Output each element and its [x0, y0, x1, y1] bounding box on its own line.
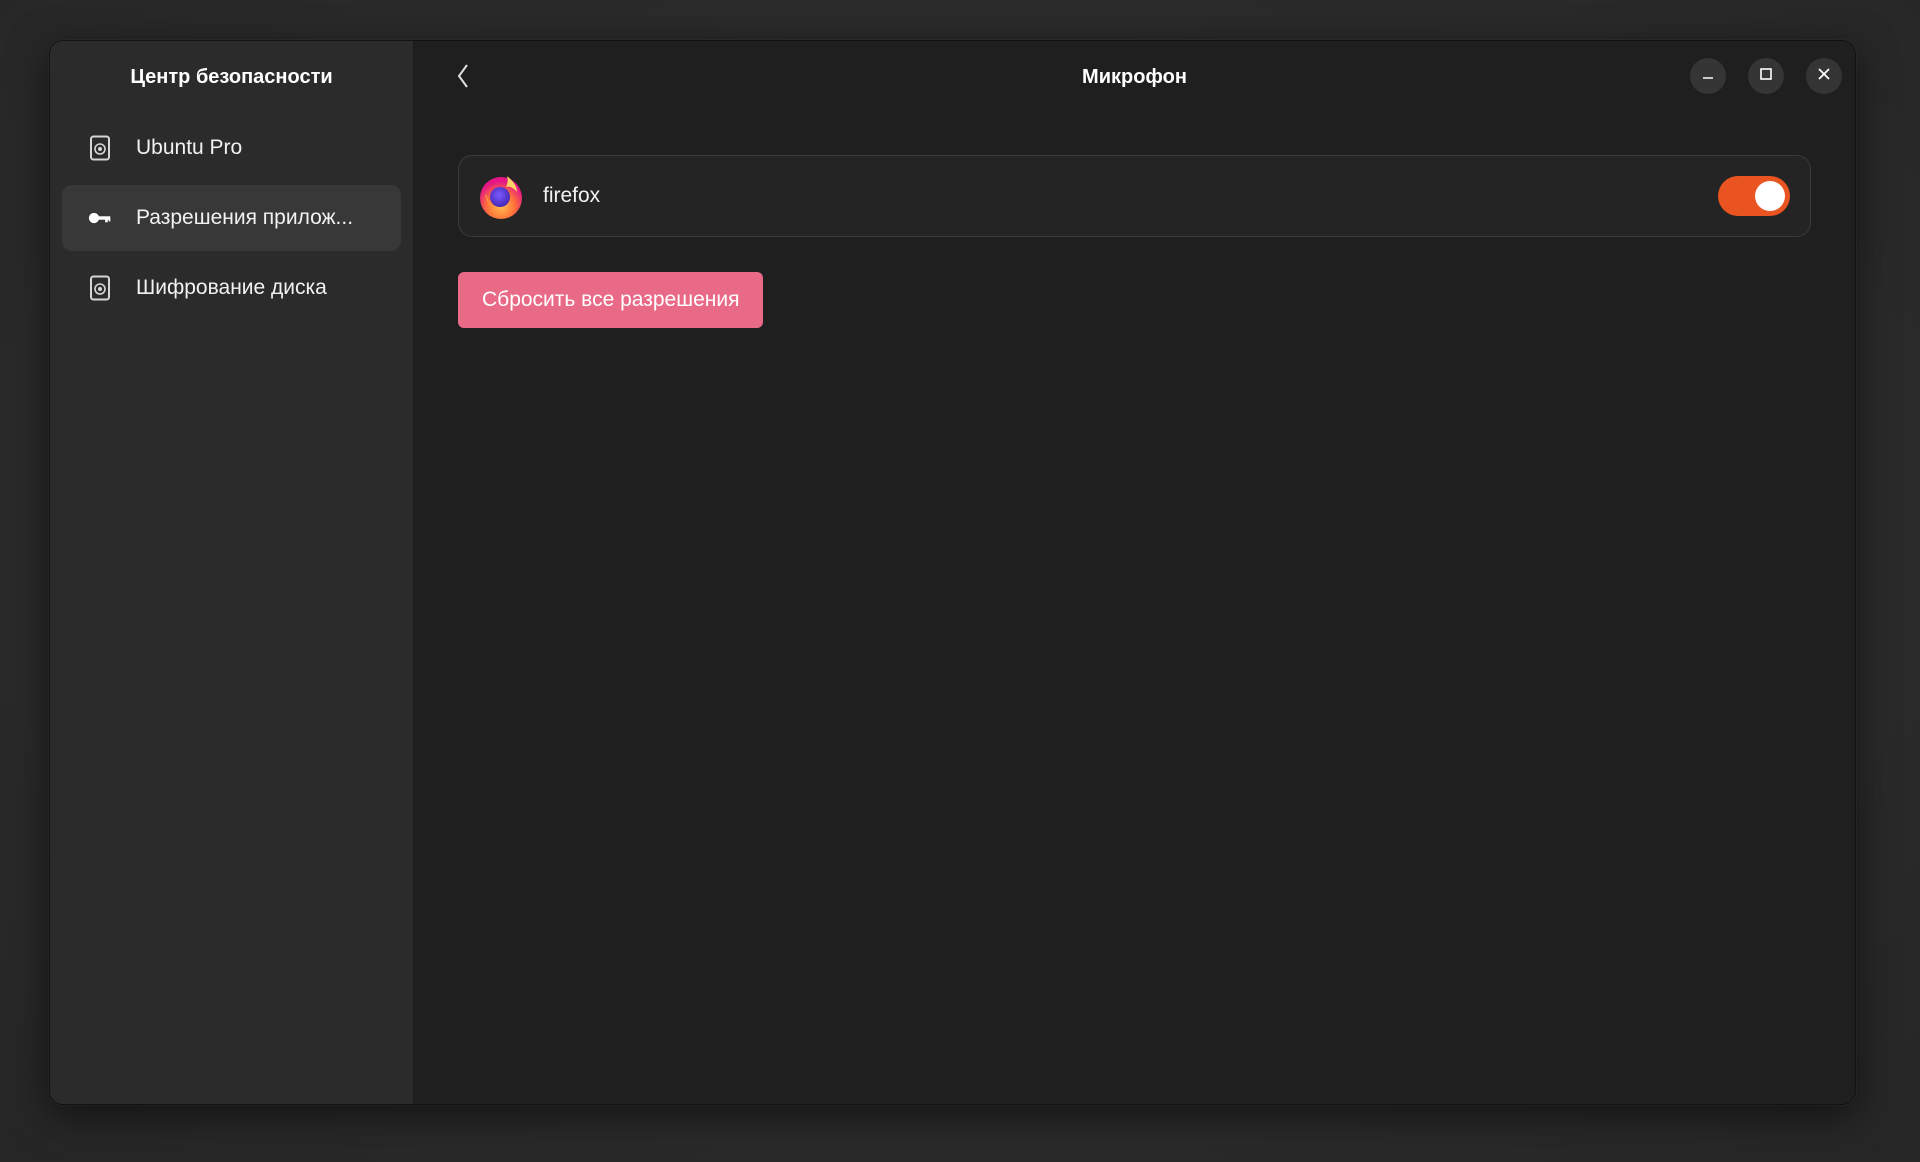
close-icon	[1817, 67, 1831, 86]
sidebar-item-label: Ubuntu Pro	[136, 136, 243, 159]
sidebar-item-app-permissions[interactable]: Разрешения прилож...	[62, 185, 401, 251]
firefox-icon	[477, 172, 525, 220]
minimize-icon	[1701, 67, 1715, 86]
back-button[interactable]	[448, 61, 478, 95]
header-bar: Микрофон	[414, 41, 1855, 113]
shield-document-icon	[88, 135, 112, 161]
shield-document-icon	[88, 275, 112, 301]
window-controls	[1690, 58, 1842, 94]
sidebar-item-disk-encryption[interactable]: Шифрование диска	[62, 255, 401, 321]
app-name: firefox	[543, 184, 601, 207]
sidebar-item-label: Разрешения прилож...	[136, 206, 354, 229]
sidebar-title: Центр безопасности	[130, 65, 333, 88]
reset-all-permissions-button[interactable]: Сбросить все разрешения	[458, 272, 764, 328]
sidebar-nav: Ubuntu Pro Разрешения прилож... Шифрован…	[50, 115, 413, 321]
page-title: Микрофон	[1082, 65, 1187, 88]
key-icon	[88, 206, 112, 230]
minimize-button[interactable]	[1690, 58, 1726, 94]
maximize-button[interactable]	[1748, 58, 1784, 94]
maximize-icon	[1759, 67, 1773, 86]
sidebar-item-label: Шифрование диска	[136, 276, 327, 299]
desktop-background: Центр безопасности Ubuntu Pro Разрешения…	[0, 0, 1920, 1162]
app-permission-row: firefox	[458, 155, 1811, 237]
sidebar-item-ubuntu-pro[interactable]: Ubuntu Pro	[62, 115, 401, 181]
main-panel: Микрофон firefox Сбросить все разрешения	[414, 41, 1855, 1104]
toggle-knob	[1755, 181, 1785, 211]
close-button[interactable]	[1806, 58, 1842, 94]
microphone-permission-toggle[interactable]	[1718, 176, 1790, 216]
sidebar-header: Центр безопасности	[50, 41, 413, 113]
sidebar: Центр безопасности Ubuntu Pro Разрешения…	[50, 41, 414, 1104]
chevron-left-icon	[456, 63, 470, 94]
permissions-content: firefox Сбросить все разрешения	[458, 155, 1811, 328]
security-center-window: Центр безопасности Ubuntu Pro Разрешения…	[49, 40, 1856, 1105]
